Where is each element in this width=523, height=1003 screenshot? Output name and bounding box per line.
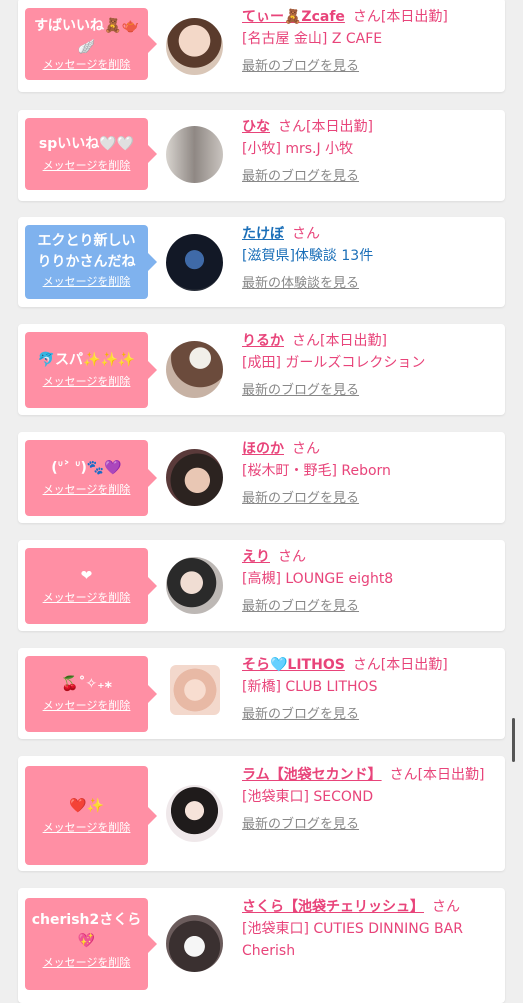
message-text: ❤	[80, 568, 93, 584]
delete-message-link[interactable]: メッセージを削除	[31, 275, 142, 289]
status-text: さん[本日出勤]	[352, 9, 448, 25]
list-item: (ᐡ˃ ᐡ)🐾💜 メッセージを削除 ほのか さん [桜木町・野毛] Reborn …	[18, 432, 505, 523]
message-bubble: すばいいね🧸🫖 🪽 メッセージを削除	[25, 8, 157, 80]
scrollbar[interactable]	[512, 718, 515, 762]
list-item: ❤️✨ メッセージを削除 ラム【池袋セカンド】 さん[本日出勤] [池袋東口] S…	[18, 756, 505, 871]
latest-review-link[interactable]: 最新の体験談を見る	[242, 273, 492, 295]
message-text: spいいね🤍🤍	[38, 136, 135, 152]
status-text: さん	[278, 549, 306, 565]
message-bubble: エクとり新しいりりかさんだね メッセージを削除	[25, 225, 157, 299]
profile-name-link[interactable]: ほのか	[242, 441, 284, 457]
latest-blog-link[interactable]: 最新のブログを見る	[242, 814, 492, 836]
list-item: spいいね🤍🤍 メッセージを削除 ひな さん[本日出勤] [小牧] mrs.J 小…	[18, 110, 505, 201]
avatar[interactable]	[166, 785, 223, 842]
profile-name-link[interactable]: えり	[242, 549, 270, 565]
avatar[interactable]	[166, 915, 223, 972]
profile-name-link[interactable]: さくら【池袋チェリッシュ】	[242, 899, 424, 915]
message-bubble: cherish2さくら💖 メッセージを削除	[25, 898, 157, 990]
delete-message-link[interactable]: メッセージを削除	[31, 956, 142, 970]
delete-message-link[interactable]: メッセージを削除	[31, 483, 142, 497]
delete-message-link[interactable]: メッセージを削除	[31, 699, 142, 713]
avatar[interactable]	[166, 234, 223, 291]
message-bubble: 🍒˚✧₊⁎ メッセージを削除	[25, 656, 157, 732]
status-text: さん[本日出勤]	[389, 767, 485, 783]
list-item: エクとり新しいりりかさんだね メッセージを削除 たけぼ さん [滋賀県]体験談 1…	[18, 217, 505, 307]
delete-message-link[interactable]: メッセージを削除	[31, 58, 142, 72]
list-item: ❤ メッセージを削除 えり さん [高槻] LOUNGE eight8 最新のブロ…	[18, 540, 505, 631]
avatar[interactable]	[166, 341, 223, 398]
list-item: すばいいね🧸🫖 🪽 メッセージを削除 てぃー🧸Zcafe さん[本日出勤] [名古…	[18, 0, 505, 92]
list-item: 🐬スパ✨✨✨ メッセージを削除 りるか さん[本日出勤] [成田] ガールズコレク…	[18, 324, 505, 415]
list-item: cherish2さくら💖 メッセージを削除 さくら【池袋チェリッシュ】 さん [池…	[18, 888, 505, 1003]
shop-text[interactable]: [池袋東口] SECOND	[242, 786, 492, 808]
message-text: エクとり新しいりりかさんだね	[37, 233, 136, 270]
delete-message-link[interactable]: メッセージを削除	[31, 821, 142, 835]
avatar[interactable]	[166, 18, 223, 75]
shop-text[interactable]: [高槻] LOUNGE eight8	[242, 568, 492, 590]
status-text: さん	[432, 899, 460, 915]
message-bubble: (ᐡ˃ ᐡ)🐾💜 メッセージを削除	[25, 440, 157, 516]
avatar[interactable]	[166, 126, 223, 183]
shop-text[interactable]: [成田] ガールズコレクション	[242, 352, 492, 374]
status-text: さん	[292, 441, 320, 457]
avatar[interactable]	[166, 449, 223, 506]
shop-text[interactable]: [桜木町・野毛] Reborn	[242, 460, 492, 482]
message-text: 🐬スパ✨✨✨	[37, 352, 136, 368]
latest-blog-link[interactable]: 最新のブログを見る	[242, 488, 492, 510]
status-text: さん[本日出勤]	[292, 333, 387, 349]
profile-name-link[interactable]: そら🩵LITHOS	[242, 657, 345, 673]
message-text: (ᐡ˃ ᐡ)🐾💜	[51, 460, 122, 476]
message-bubble: spいいね🤍🤍 メッセージを削除	[25, 118, 157, 190]
latest-blog-link[interactable]: 最新のブログを見る	[242, 704, 492, 726]
status-text: さん[本日出勤]	[278, 119, 373, 135]
profile-name-link[interactable]: ひな	[242, 119, 270, 135]
profile-name-link[interactable]: ラム【池袋セカンド】	[242, 767, 382, 783]
latest-blog-link[interactable]: 最新のブログを見る	[242, 166, 492, 188]
review-count-link[interactable]: [滋賀県]体験談 13件	[242, 245, 492, 267]
latest-blog-link[interactable]: 最新のブログを見る	[242, 596, 492, 618]
avatar[interactable]	[170, 665, 220, 715]
status-text: さん[本日出勤]	[352, 657, 448, 673]
profile-name-link[interactable]: りるか	[242, 333, 284, 349]
shop-text[interactable]: [新橋] CLUB LITHOS	[242, 676, 492, 698]
shop-text[interactable]: [池袋東口] CUTIES DINNING BAR Cherish	[242, 918, 492, 962]
message-text: すばいいね🧸🫖 🪽	[34, 18, 139, 55]
message-text: cherish2さくら💖	[31, 912, 142, 949]
delete-message-link[interactable]: メッセージを削除	[31, 591, 142, 605]
latest-blog-link[interactable]: 最新のブログを見る	[242, 56, 492, 78]
list-item: 🍒˚✧₊⁎ メッセージを削除 そら🩵LITHOS さん[本日出勤] [新橋] CL…	[18, 648, 505, 739]
delete-message-link[interactable]: メッセージを削除	[31, 375, 142, 389]
avatar[interactable]	[166, 557, 223, 614]
message-bubble: 🐬スパ✨✨✨ メッセージを削除	[25, 332, 157, 408]
status-text: さん	[292, 226, 320, 242]
message-bubble: ❤️✨ メッセージを削除	[25, 766, 157, 865]
profile-name-link[interactable]: たけぼ	[242, 226, 284, 242]
delete-message-link[interactable]: メッセージを削除	[31, 159, 142, 173]
message-text: 🍒˚✧₊⁎	[61, 676, 112, 692]
message-bubble: ❤ メッセージを削除	[25, 548, 157, 624]
message-text: ❤️✨	[69, 798, 104, 814]
latest-blog-link[interactable]: 最新のブログを見る	[242, 380, 492, 402]
shop-text[interactable]: [名古屋 金山] Z CAFE	[242, 28, 492, 50]
shop-text[interactable]: [小牧] mrs.J 小牧	[242, 138, 492, 160]
profile-name-link[interactable]: てぃー🧸Zcafe	[242, 9, 345, 25]
